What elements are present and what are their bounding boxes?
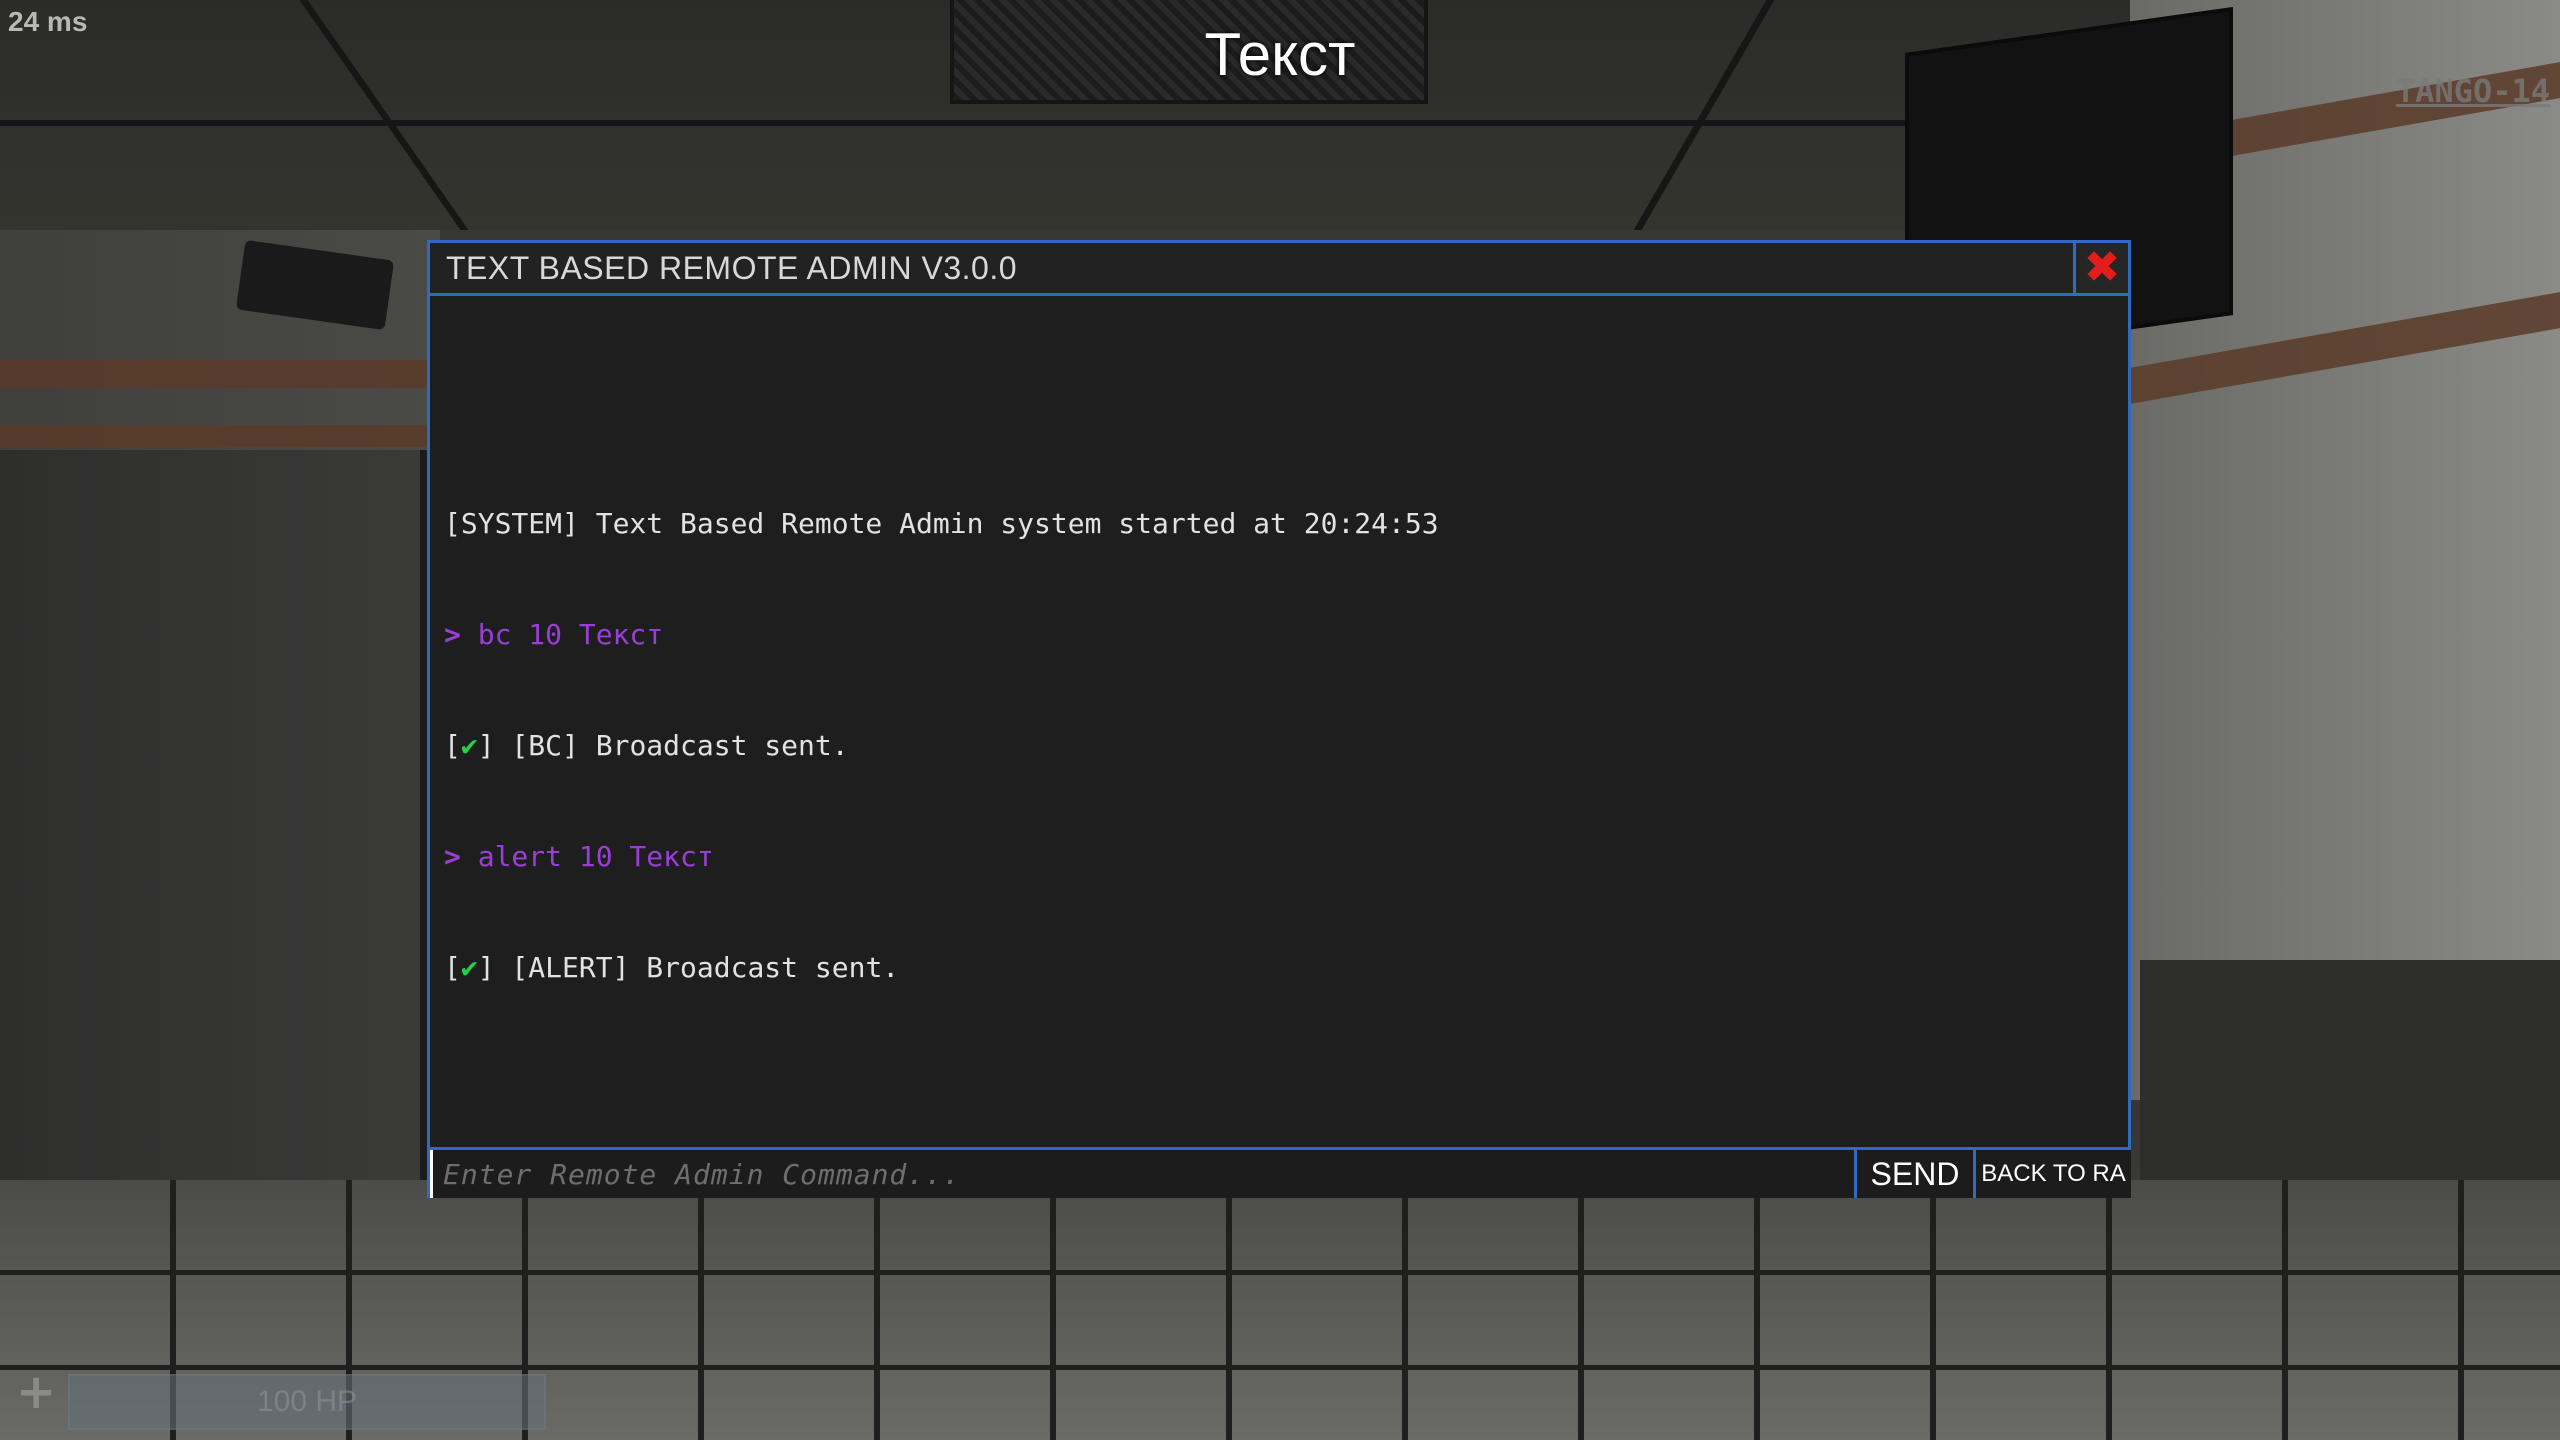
cabinet (0, 450, 434, 1230)
command-bar: SEND BACK TO RA (430, 1147, 2131, 1198)
console-log: [SYSTEM] Text Based Remote Admin system … (430, 296, 2128, 1066)
close-icon: ✖ (2083, 242, 2121, 293)
log-line-command: > alert 10 Текст (444, 840, 714, 873)
checkmark-icon: ✔ (460, 951, 478, 984)
health-text: 100 HP (256, 1385, 358, 1418)
send-button[interactable]: SEND (1854, 1150, 1973, 1198)
health-bar: 100 HP (68, 1374, 546, 1430)
log-line-command: > bc 10 Текст (444, 618, 664, 651)
unit-tag: TANGO-14 (2395, 72, 2550, 110)
command-input[interactable] (430, 1150, 1854, 1198)
prompt-arrow-icon: > (444, 618, 461, 651)
log-line-result: [✔] [ALERT] Broadcast sent. (444, 951, 900, 984)
prompt-arrow-icon: > (444, 840, 461, 873)
wall-stripe (0, 425, 440, 447)
log-lines: [SYSTEM] Text Based Remote Admin system … (444, 431, 2114, 1060)
log-line-result: [✔] [BC] Broadcast sent. (444, 729, 849, 762)
title-bar: TEXT BASED REMOTE ADMIN V3.0.0 ✖ (430, 243, 2128, 296)
close-button[interactable]: ✖ (2073, 243, 2128, 293)
back-to-ra-button[interactable]: BACK TO RA (1973, 1150, 2131, 1198)
wall-stripe (0, 360, 440, 388)
health-plus-icon: + (16, 1364, 57, 1420)
log-line-system: [SYSTEM] Text Based Remote Admin system … (444, 507, 1439, 540)
remote-admin-window: TEXT BASED REMOTE ADMIN V3.0.0 ✖ [SYSTEM… (427, 240, 2131, 1198)
broadcast-text: Текст (1204, 21, 1356, 88)
window-title: TEXT BASED REMOTE ADMIN V3.0.0 (446, 250, 1017, 286)
checkmark-icon: ✔ (460, 729, 478, 762)
